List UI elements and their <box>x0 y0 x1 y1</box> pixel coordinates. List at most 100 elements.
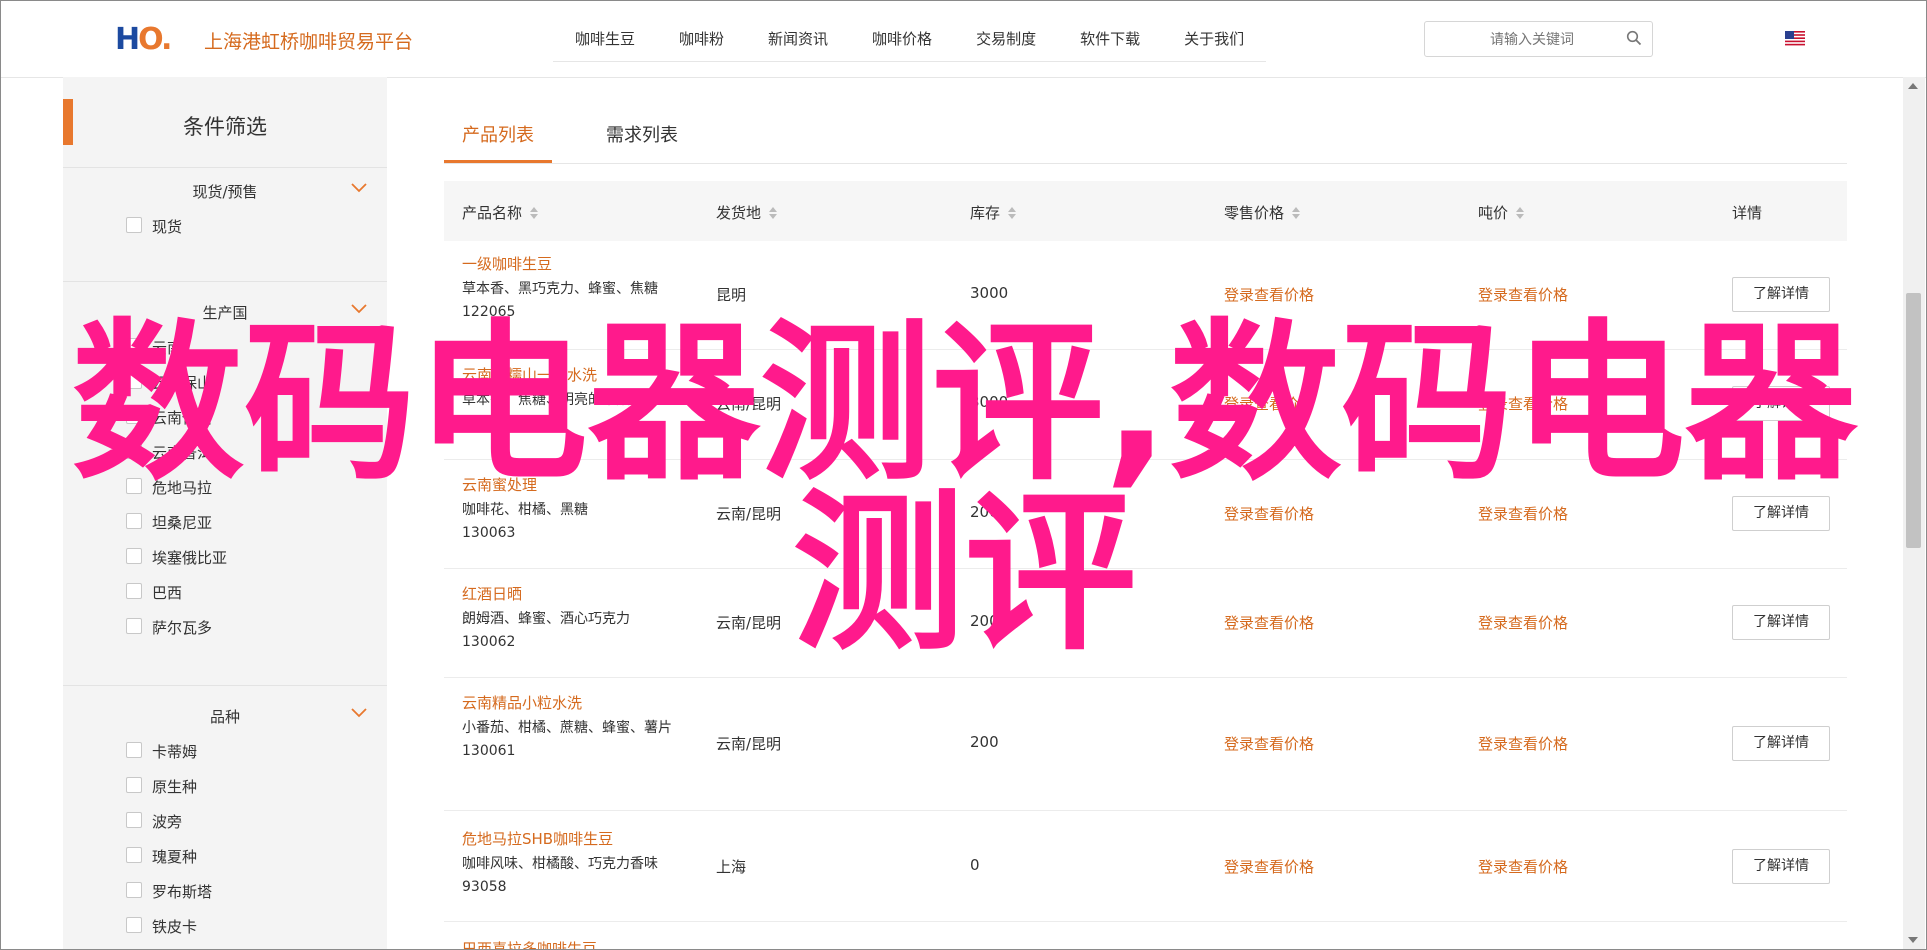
table-row: 云南南糯山一级水洗 草本香、焦糖、明亮的果酸 130064 云南/昆明 3000… <box>444 350 1847 460</box>
site-name[interactable]: 上海港虹桥咖啡贸易平台 <box>204 27 413 54</box>
sort-icon[interactable] <box>1292 207 1301 219</box>
product-name[interactable]: 云南精品小粒水洗 <box>462 692 672 713</box>
col-header-origin[interactable]: 发货地 <box>716 202 778 223</box>
scroll-up-arrow-icon[interactable] <box>1907 81 1919 91</box>
retail-price-link[interactable]: 登录查看价格 <box>1224 856 1314 877</box>
filter-option[interactable]: 云南 <box>63 329 387 364</box>
ton-price-link[interactable]: 登录查看价格 <box>1478 503 1568 524</box>
sort-icon[interactable] <box>530 207 539 219</box>
filter-option[interactable]: 原生种 <box>63 768 387 803</box>
nav-item-green-beans[interactable]: 咖啡生豆 <box>553 23 657 61</box>
checkbox[interactable] <box>126 338 142 354</box>
filter-title: 条件筛选 <box>183 115 267 139</box>
col-header-retail[interactable]: 零售价格 <box>1224 202 1301 223</box>
chevron-down-icon[interactable] <box>351 303 367 315</box>
checkbox[interactable] <box>126 742 142 758</box>
checkbox[interactable] <box>126 882 142 898</box>
filter-option[interactable]: 铁皮卡 <box>63 908 387 943</box>
product-name[interactable]: 危地马拉SHB咖啡生豆 <box>462 828 672 849</box>
ton-price-link[interactable]: 登录查看价格 <box>1478 856 1568 877</box>
filter-option[interactable]: 埃塞俄比亚 <box>63 539 387 574</box>
stock-cell: 200 <box>970 503 999 521</box>
nav-item-about[interactable]: 关于我们 <box>1162 23 1266 61</box>
checkbox[interactable] <box>126 478 142 494</box>
detail-button[interactable]: 了解详情 <box>1732 386 1830 421</box>
filter-option[interactable]: 卡蒂姆 <box>63 733 387 768</box>
product-id: 130061 <box>462 743 516 759</box>
nav-item-coffee-powder[interactable]: 咖啡粉 <box>657 23 746 61</box>
sort-icon[interactable] <box>1516 207 1525 219</box>
product-flavor: 草本香、黑巧克力、蜂蜜、焦糖 <box>462 281 658 297</box>
checkbox[interactable] <box>126 917 142 933</box>
detail-button[interactable]: 了解详情 <box>1732 605 1830 640</box>
nav-item-news[interactable]: 新闻资讯 <box>746 23 850 61</box>
checkbox[interactable] <box>126 847 142 863</box>
filter-option[interactable]: 云南普洱 <box>63 434 387 469</box>
col-header-stock[interactable]: 库存 <box>970 202 1017 223</box>
checkbox[interactable] <box>126 618 142 634</box>
checkbox[interactable] <box>126 408 142 424</box>
filter-option[interactable]: 云南保山 <box>63 364 387 399</box>
product-id: 130064 <box>462 415 516 431</box>
checkbox[interactable] <box>126 583 142 599</box>
checkbox[interactable] <box>126 812 142 828</box>
filter-group-header[interactable]: 现货/预售 <box>63 168 387 208</box>
col-header-ton-price[interactable]: 吨价 <box>1478 202 1525 223</box>
detail-button[interactable]: 了解详情 <box>1732 849 1830 884</box>
product-name[interactable]: 巴西喜拉多咖啡生豆 <box>462 938 597 949</box>
retail-price-link[interactable]: 登录查看价格 <box>1224 503 1314 524</box>
filter-option[interactable]: 萨尔瓦多 <box>63 609 387 644</box>
filter-option[interactable]: 巴西 <box>63 574 387 609</box>
retail-price-link[interactable]: 登录查看价格 <box>1224 733 1314 754</box>
main-nav: 咖啡生豆 咖啡粉 新闻资讯 咖啡价格 交易制度 软件下载 关于我们 <box>553 23 1267 62</box>
checkbox[interactable] <box>126 443 142 459</box>
sort-icon[interactable] <box>1008 207 1017 219</box>
filter-option[interactable]: 坦桑尼亚 <box>63 504 387 539</box>
detail-button[interactable]: 了解详情 <box>1732 726 1830 761</box>
chevron-down-icon[interactable] <box>351 182 367 194</box>
retail-price-link[interactable]: 登录查看价格 <box>1224 284 1314 305</box>
chevron-down-icon[interactable] <box>351 707 367 719</box>
origin-cell: 云南/昆明 <box>716 395 782 413</box>
scroll-down-arrow-icon[interactable] <box>1907 935 1919 945</box>
tab-product-list[interactable]: 产品列表 <box>462 121 534 147</box>
ton-price-link[interactable]: 登录查看价格 <box>1478 733 1568 754</box>
filter-option[interactable]: 现货 <box>63 208 387 243</box>
filter-group-header[interactable]: 生产国 <box>63 289 387 329</box>
checkbox[interactable] <box>126 548 142 564</box>
checkbox[interactable] <box>126 217 142 233</box>
checkbox[interactable] <box>126 373 142 389</box>
retail-price-link[interactable]: 登录查看价格 <box>1224 612 1314 633</box>
filter-option[interactable]: 波旁 <box>63 803 387 838</box>
filter-option[interactable]: 危地马拉 <box>63 469 387 504</box>
tab-demand-list[interactable]: 需求列表 <box>606 121 678 147</box>
us-flag-icon[interactable] <box>1785 31 1805 46</box>
product-name[interactable]: 红酒日晒 <box>462 583 672 604</box>
filter-option[interactable]: 云南保山 <box>63 399 387 434</box>
sort-icon[interactable] <box>769 207 778 219</box>
detail-button[interactable]: 了解详情 <box>1732 496 1830 531</box>
ton-price-link[interactable]: 登录查看价格 <box>1478 284 1568 305</box>
nav-item-trade-rules[interactable]: 交易制度 <box>954 23 1058 61</box>
search-icon[interactable] <box>1626 30 1642 46</box>
retail-price-link[interactable]: 登录查看价格 <box>1224 393 1314 414</box>
product-name[interactable]: 一级咖啡生豆 <box>462 253 672 274</box>
product-name[interactable]: 云南南糯山一级水洗 <box>462 364 672 385</box>
search-input[interactable] <box>1445 28 1619 52</box>
col-header-name[interactable]: 产品名称 <box>462 202 539 223</box>
nav-item-prices[interactable]: 咖啡价格 <box>850 23 954 61</box>
filter-option[interactable]: 罗布斯塔 <box>63 873 387 908</box>
checkbox[interactable] <box>126 777 142 793</box>
nav-item-software[interactable]: 软件下载 <box>1058 23 1162 61</box>
site-logo[interactable]: HO. <box>115 22 172 57</box>
detail-button[interactable]: 了解详情 <box>1732 277 1830 312</box>
ton-price-link[interactable]: 登录查看价格 <box>1478 393 1568 414</box>
filter-group-header[interactable]: 品种 <box>63 693 387 733</box>
filter-option[interactable]: 瑰夏种 <box>63 838 387 873</box>
ton-price-link[interactable]: 登录查看价格 <box>1478 612 1568 633</box>
product-name[interactable]: 云南蜜处理 <box>462 474 672 495</box>
checkbox[interactable] <box>126 513 142 529</box>
scrollbar-thumb[interactable] <box>1906 293 1921 548</box>
stock-cell: 3000 <box>970 284 1009 302</box>
search-box[interactable] <box>1424 21 1653 57</box>
